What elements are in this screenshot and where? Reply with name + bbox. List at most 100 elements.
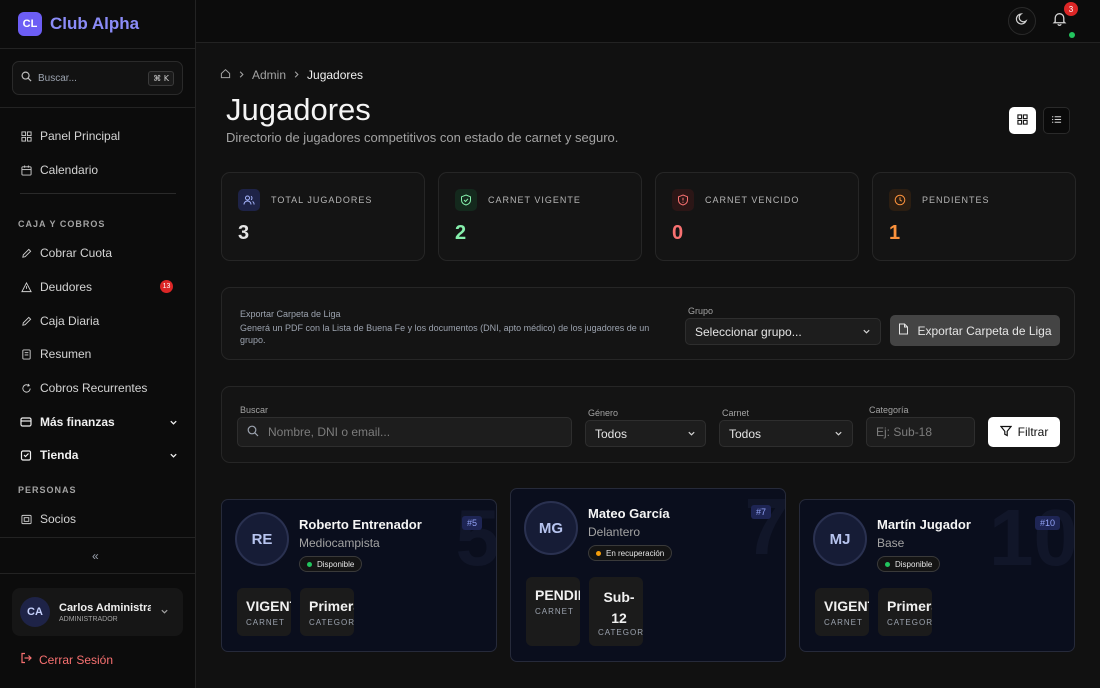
moon-icon xyxy=(1015,12,1029,31)
player-number-watermark: 5 xyxy=(455,499,497,582)
filter-button[interactable]: Filtrar xyxy=(988,417,1060,447)
sidebar-item-panel-principal[interactable]: Panel Principal xyxy=(20,125,178,147)
player-position: Base xyxy=(877,536,905,550)
document-icon xyxy=(20,348,32,360)
user-menu[interactable]: CA Carlos Administrador ADMINISTRADOR xyxy=(12,588,183,636)
category-tile: Sub-12 CATEGORÍA xyxy=(589,577,643,646)
status-label: Disponible xyxy=(895,559,933,569)
category-tile-label: CATEGORÍA xyxy=(309,618,354,627)
search-icon xyxy=(21,69,32,87)
brand-logo: CL xyxy=(18,12,42,36)
stat-label: TOTAL JUGADORES xyxy=(271,195,373,205)
avatar: MJ xyxy=(813,512,867,566)
sidebar-item-label: Socios xyxy=(40,512,77,526)
status-badge: Disponible xyxy=(299,556,363,572)
export-folder-button[interactable]: Exportar Carpeta de Liga xyxy=(890,315,1060,346)
sidebar-item-mas-finanzas[interactable]: Más finanzas xyxy=(20,411,178,433)
filter-button-label: Filtrar xyxy=(1017,425,1049,439)
chevron-down-icon xyxy=(160,603,169,621)
breadcrumb-admin[interactable]: Admin xyxy=(252,68,286,82)
sidebar-item-caja-diaria[interactable]: Caja Diaria xyxy=(20,310,178,332)
stat-card-vigente: CARNET VIGENTE 2 xyxy=(438,172,642,261)
users-icon xyxy=(238,189,260,211)
export-button-label: Exportar Carpeta de Liga xyxy=(917,323,1052,338)
sidebar-item-calendario[interactable]: Calendario xyxy=(20,159,178,181)
sidebar-search[interactable]: Buscar... ⌘ K xyxy=(12,61,183,95)
status-badge: En recuperación xyxy=(588,545,673,561)
grid-view-button[interactable] xyxy=(1009,107,1036,134)
export-title: Exportar Carpeta de Liga xyxy=(240,309,341,319)
section-title-personas: PERSONAS xyxy=(18,485,77,495)
group-select[interactable]: Seleccionar grupo... xyxy=(685,318,881,345)
logout-icon xyxy=(20,652,32,667)
notification-count-badge: 3 xyxy=(1064,2,1078,16)
player-card[interactable]: 5 RE Roberto Entrenador Mediocampista Di… xyxy=(221,499,497,652)
group-select-value: Seleccionar grupo... xyxy=(695,324,802,339)
bell-icon xyxy=(1052,11,1067,31)
jersey-number-badge: #7 xyxy=(750,505,771,519)
chevron-down-icon xyxy=(862,325,871,339)
player-search-input[interactable]: Nombre, DNI o email... xyxy=(237,417,572,447)
collapse-sidebar-button[interactable]: « xyxy=(92,549,99,563)
store-icon xyxy=(20,449,32,461)
home-icon[interactable] xyxy=(220,68,231,82)
sidebar-item-cobros-recurrentes[interactable]: Cobros Recurrentes xyxy=(20,377,178,399)
sidebar-item-label: Cobrar Cuota xyxy=(40,246,113,260)
category-value: Primera xyxy=(887,598,932,614)
list-view-button[interactable] xyxy=(1043,107,1070,134)
section-title-caja: CAJA Y COBROS xyxy=(18,219,106,229)
refresh-icon xyxy=(20,382,32,394)
category-input[interactable]: Ej: Sub-18 xyxy=(866,417,975,447)
sidebar-item-deudores[interactable]: Deudores 13 xyxy=(20,276,178,298)
sidebar-item-resumen[interactable]: Resumen xyxy=(20,343,178,365)
pencil-icon xyxy=(20,247,32,259)
sidebar-item-label: Calendario xyxy=(40,163,99,177)
avatar: RE xyxy=(235,512,289,566)
user-role: ADMINISTRADOR xyxy=(59,615,118,623)
deudores-count-badge: 13 xyxy=(160,280,173,293)
export-description: Generá un PDF con la Lista de Buena Fe y… xyxy=(240,323,650,345)
carnet-label: CARNET xyxy=(535,607,574,616)
avatar: MG xyxy=(524,501,578,555)
brand[interactable]: CL Club Alpha xyxy=(18,12,139,36)
user-info: Carlos Administrador ADMINISTRADOR xyxy=(59,602,151,623)
sidebar-item-cobrar-cuota[interactable]: Cobrar Cuota xyxy=(20,242,178,264)
gender-select[interactable]: Todos xyxy=(585,420,706,447)
stat-label: PENDIENTES xyxy=(922,195,990,205)
dashboard-icon xyxy=(20,130,32,142)
carnet-select[interactable]: Todos xyxy=(719,420,853,447)
sidebar-item-tienda[interactable]: Tienda xyxy=(20,444,178,466)
user-name: Carlos Administrador xyxy=(59,601,151,614)
shield-alert-icon xyxy=(672,189,694,211)
wallet-icon xyxy=(20,416,32,428)
chevron-down-icon xyxy=(169,449,178,463)
status-dot xyxy=(307,561,312,567)
list-icon xyxy=(1051,112,1062,130)
player-name: Martín Jugador xyxy=(877,517,971,532)
sidebar-item-label: Deudores xyxy=(40,280,93,294)
player-card[interactable]: 10 MJ Martín Jugador Base Disponible #10… xyxy=(799,499,1075,652)
chevron-down-icon xyxy=(834,427,843,441)
category-tile-label: CATEGORÍA xyxy=(887,618,932,627)
sidebar-item-label: Panel Principal xyxy=(40,129,121,143)
sidebar-item-socios[interactable]: Socios xyxy=(20,508,178,530)
stat-value: 3 xyxy=(238,222,250,244)
search-icon xyxy=(247,425,259,440)
category-value: Sub-12 xyxy=(603,589,635,626)
shield-check-icon xyxy=(455,189,477,211)
stat-label: CARNET VENCIDO xyxy=(705,195,800,205)
stat-value: 1 xyxy=(889,222,901,244)
carnet-tile: PENDIENTE CARNET xyxy=(526,577,580,646)
search-shortcut: ⌘ K xyxy=(148,70,174,86)
stat-value: 0 xyxy=(672,222,684,244)
category-label: Categoría xyxy=(869,405,909,415)
pencil-icon xyxy=(20,315,32,327)
logout-button[interactable]: Cerrar Sesión xyxy=(20,652,113,667)
grid-icon xyxy=(1017,112,1028,130)
export-panel: Exportar Carpeta de Liga Generá un PDF c… xyxy=(221,287,1075,360)
sidebar-search-placeholder: Buscar... xyxy=(38,72,77,84)
player-card[interactable]: 7 MG Mateo García Delantero En recuperac… xyxy=(510,488,786,662)
carnet-label: CARNET xyxy=(824,618,863,627)
jersey-number-badge: #10 xyxy=(1034,516,1060,530)
theme-toggle-button[interactable] xyxy=(1008,7,1036,35)
